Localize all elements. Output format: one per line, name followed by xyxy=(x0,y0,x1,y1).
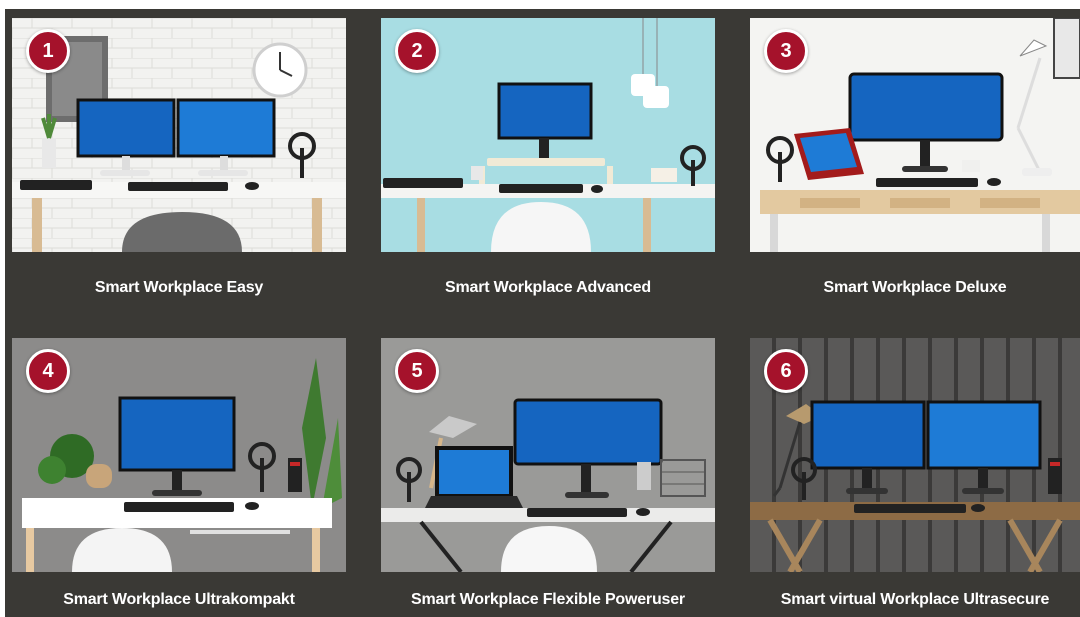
step-number-badge: 6 xyxy=(764,349,808,393)
card-title[interactable]: Smart virtual Workplace Ultrasecure xyxy=(750,591,1080,609)
card-title[interactable]: Smart Workplace Ultrakompakt xyxy=(12,591,346,609)
card-title[interactable]: Smart Workplace Advanced xyxy=(381,279,715,297)
workplace-card-easy[interactable]: 1 Smart Workplace Easy xyxy=(12,18,346,316)
workplace-card-ultrakompakt[interactable]: 4 Smart Workplace Ultrakompakt xyxy=(12,338,346,617)
step-number-badge: 1 xyxy=(26,29,70,73)
card-title[interactable]: Smart Workplace Flexible Poweruser xyxy=(381,591,715,609)
card-title[interactable]: Smart Workplace Deluxe xyxy=(750,279,1080,297)
step-number-badge: 5 xyxy=(395,349,439,393)
step-number-badge: 3 xyxy=(764,29,808,73)
card-title[interactable]: Smart Workplace Easy xyxy=(12,279,346,297)
workplace-gallery: 1 Smart Workplace Easy 2 Smart Workplace… xyxy=(5,9,1080,617)
workplace-card-ultrasecure[interactable]: 6 Smart virtual Workplace Ultrasecure xyxy=(750,338,1080,617)
workplace-card-advanced[interactable]: 2 Smart Workplace Advanced xyxy=(381,18,715,316)
workplace-card-flexible-poweruser[interactable]: 5 Smart Workplace Flexible Poweruser xyxy=(381,338,715,617)
workplace-card-deluxe[interactable]: 3 Smart Workplace Deluxe xyxy=(750,18,1080,316)
step-number-badge: 2 xyxy=(395,29,439,73)
step-number-badge: 4 xyxy=(26,349,70,393)
